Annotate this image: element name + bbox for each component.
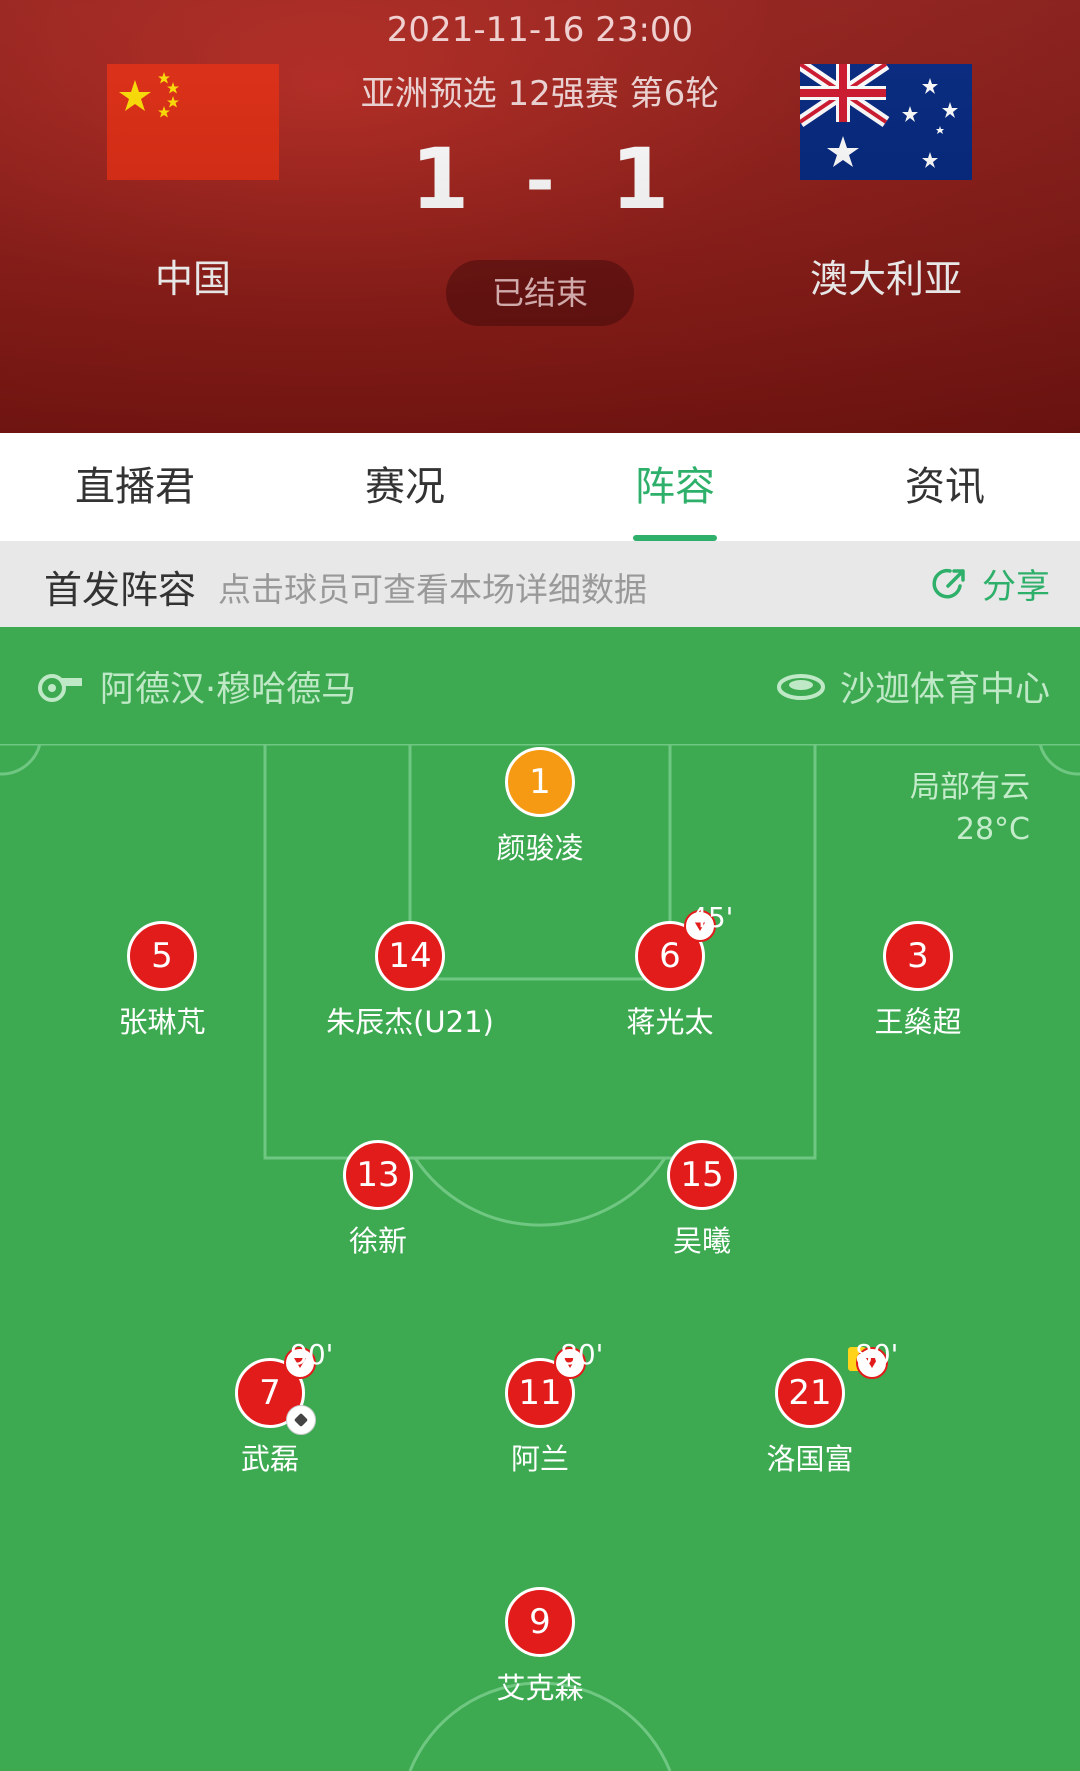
sub-out-time: 80' <box>855 1338 899 1371</box>
tab-bar: 直播君 赛况 阵容 资讯 <box>0 433 1080 541</box>
tab-lineup[interactable]: 阵容 <box>540 433 810 541</box>
competition-round: 亚洲预选 12强赛 第6轮 <box>360 74 720 114</box>
player-marker[interactable]: 5 张琳芃 <box>52 921 272 1041</box>
player-number: 14 <box>375 921 445 991</box>
tab-news[interactable]: 资讯 <box>810 433 1080 541</box>
player-name: 蒋光太 <box>626 1005 714 1039</box>
player-marker[interactable]: 7 90' 武磊 <box>160 1338 380 1478</box>
player-marker[interactable]: 3 王燊超 <box>808 921 1028 1041</box>
lineup-hint: 点击球员可查看本场详细数据 <box>218 570 647 609</box>
weather-info: 局部有云 28°C <box>910 767 1030 851</box>
score-separator: - <box>525 140 555 222</box>
player-name: 艾克森 <box>496 1671 584 1705</box>
australia-flag-icon <box>800 64 972 180</box>
player-name: 洛国富 <box>766 1442 854 1476</box>
player-marker[interactable]: 11 80' 阿兰 <box>430 1338 650 1478</box>
player-marker[interactable]: 15 吴曦 <box>592 1140 812 1260</box>
home-team-name[interactable]: 中国 <box>107 248 279 303</box>
away-score: 1 <box>610 130 670 228</box>
tab-match-status[interactable]: 赛况 <box>270 433 540 541</box>
coach-name: 阿德汉·穆哈德马 <box>100 670 357 710</box>
share-label: 分享 <box>982 567 1050 607</box>
home-score: 1 <box>410 130 470 228</box>
player-name: 朱辰杰(U21) <box>326 1005 494 1039</box>
player-name: 颜骏凌 <box>496 831 584 865</box>
share-button[interactable]: 分享 <box>930 559 1050 608</box>
player-marker[interactable]: 14 朱辰杰(U21) <box>300 921 520 1041</box>
share-icon <box>932 568 965 598</box>
player-name: 吴曦 <box>672 1224 731 1258</box>
match-header: 2021-11-16 23:00 亚洲预选 12强赛 第6轮 1 - 1 中国 … <box>0 0 1080 433</box>
player-number: 5 <box>127 921 197 991</box>
sub-out-time: 80' <box>560 1338 604 1371</box>
player-name: 阿兰 <box>510 1442 569 1476</box>
lineup-title: 首发阵容 <box>44 568 197 612</box>
player-number: 13 <box>343 1140 413 1210</box>
player-name: 王燊超 <box>874 1005 962 1039</box>
player-number: 3 <box>883 921 953 991</box>
weather-temperature: 28°C <box>955 812 1030 847</box>
sub-out-time: 45' <box>690 901 734 934</box>
away-team-name[interactable]: 澳大利亚 <box>770 248 1002 303</box>
player-marker[interactable]: 1 颜骏凌 <box>430 747 650 867</box>
china-flag-icon <box>107 64 279 180</box>
player-name: 张琳芃 <box>118 1005 206 1039</box>
player-number: 15 <box>667 1140 737 1210</box>
sub-out-time: 90' <box>290 1338 334 1371</box>
stadium-icon <box>776 673 825 700</box>
player-marker[interactable]: 21 80' 洛国富 <box>700 1338 920 1478</box>
lineup-header-bar: 首发阵容 点击球员可查看本场详细数据 分享 <box>0 541 1080 627</box>
lineup-pitch: 阿德汉·穆哈德马 沙迦体育中心 局部有云 28°C 1 颜骏凌 5 张琳芃 14… <box>0 627 1080 1771</box>
player-marker[interactable]: 6 45' 蒋光太 <box>560 901 780 1041</box>
player-name: 武磊 <box>240 1442 299 1476</box>
player-marker[interactable]: 9 艾克森 <box>430 1587 650 1707</box>
whistle-icon <box>38 673 82 702</box>
venue-name: 沙迦体育中心 <box>839 670 1050 710</box>
coach-info[interactable]: 阿德汉·穆哈德马 <box>36 661 356 712</box>
player-marker[interactable]: 13 徐新 <box>268 1140 488 1260</box>
player-name: 徐新 <box>348 1224 407 1258</box>
match-datetime: 2021-11-16 23:00 <box>386 10 694 50</box>
goal-ball-icon <box>286 1405 316 1435</box>
tab-live[interactable]: 直播君 <box>0 433 270 541</box>
player-number: 1 <box>505 747 575 817</box>
weather-condition: 局部有云 <box>910 770 1030 805</box>
venue-info: 沙迦体育中心 <box>776 661 1050 712</box>
player-number: 9 <box>505 1587 575 1657</box>
player-number: 21 <box>775 1347 888 1428</box>
match-status-badge: 已结束 <box>446 260 634 326</box>
pitch-info-row: 阿德汉·穆哈德马 沙迦体育中心 <box>0 627 1080 744</box>
